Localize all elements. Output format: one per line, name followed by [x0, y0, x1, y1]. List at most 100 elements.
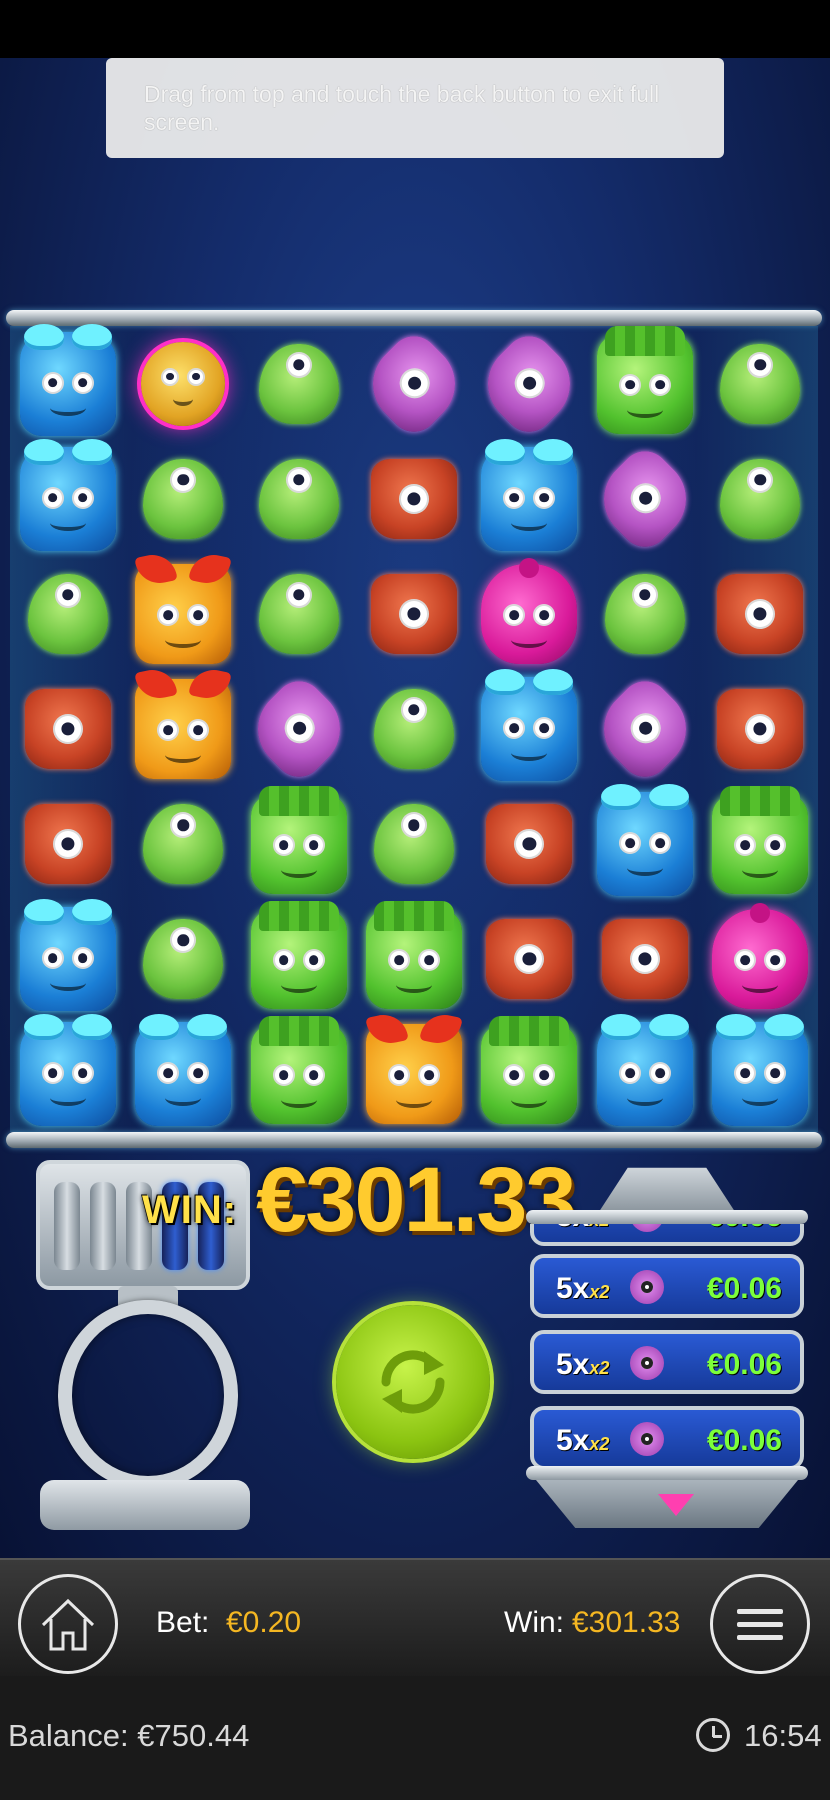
- row-sub-multiplier: x2: [589, 1434, 610, 1454]
- red-alien-icon: [717, 573, 804, 654]
- red-alien-icon: [371, 458, 457, 539]
- pod-ring: [58, 1300, 238, 1490]
- blue-alien-icon: [712, 1014, 809, 1127]
- blue-alien-icon: [481, 438, 578, 551]
- row-amount: €0.06: [707, 1224, 782, 1234]
- hamburger-icon: [737, 1609, 783, 1640]
- blue-alien-icon: [19, 438, 116, 551]
- row-multiplier: 5x: [556, 1272, 590, 1305]
- grid-cell: [479, 669, 579, 781]
- grid-cell: [479, 909, 579, 1009]
- row-multiplier: 5x: [556, 1224, 589, 1233]
- grid-cell: [249, 1016, 349, 1125]
- grid-cell: [249, 901, 349, 1010]
- red-alien-icon: [486, 919, 573, 1000]
- grid-cell: [133, 794, 233, 894]
- green-alien-icon: [250, 1016, 347, 1125]
- grid-cell: [18, 794, 118, 894]
- clock-time: 16:54: [744, 1718, 822, 1753]
- grid-cell: [595, 909, 695, 1009]
- board-bottom-rail: [6, 1132, 822, 1148]
- history-list[interactable]: 5xx2 €0.06 5xx2 €0.06 5xx2 €0.06 5xx2 €0…: [526, 1224, 808, 1466]
- blue-alien-icon: [19, 899, 116, 1012]
- history-row: 5xx2 €0.06: [530, 1330, 804, 1394]
- purple-alien-icon: [356, 325, 472, 442]
- clock-icon: [696, 1718, 730, 1752]
- red-alien-icon: [24, 804, 111, 885]
- grid-cell: [710, 679, 810, 779]
- yellow-alien-icon: [141, 341, 226, 426]
- grid-cell: [364, 679, 464, 779]
- green-slime-icon: [258, 343, 339, 424]
- menu-button[interactable]: [710, 1574, 810, 1674]
- green-slime-icon: [720, 343, 801, 424]
- home-button[interactable]: [18, 1574, 118, 1674]
- fullscreen-toast: Drag from top and touch the back button …: [106, 58, 724, 158]
- green-slime-icon: [258, 573, 339, 654]
- grid-cell: [710, 903, 810, 1010]
- grid-cell: [586, 440, 703, 557]
- green-slime-icon: [27, 573, 108, 654]
- red-alien-icon: [717, 689, 804, 769]
- grid-cell: [364, 1024, 464, 1125]
- grid-cell: [18, 899, 118, 1012]
- green-alien-icon: [250, 901, 347, 1010]
- blue-alien-icon: [596, 1014, 693, 1127]
- grid-cell: [710, 1014, 810, 1127]
- arrow-down-icon: [658, 1494, 694, 1516]
- bet-value: €0.20: [226, 1606, 302, 1639]
- grid-cell: [364, 449, 464, 549]
- row-amount: €0.06: [706, 1272, 782, 1305]
- grid-cell: [364, 901, 464, 1010]
- grid-cell: [249, 449, 349, 549]
- green-alien-icon: [596, 325, 693, 434]
- grid-cell: [586, 671, 703, 787]
- toast-message: Drag from top and touch the back button …: [144, 81, 660, 135]
- grid-cell: [133, 563, 233, 664]
- win-total-label: Win:: [504, 1606, 564, 1639]
- grid-cell: [710, 334, 810, 434]
- pink-alien-icon: [481, 557, 578, 664]
- board-top-rail: [6, 310, 822, 326]
- purple-alien-icon: [630, 1224, 664, 1232]
- refresh-icon: [381, 1350, 445, 1414]
- grid-cell: [710, 449, 810, 549]
- balance-text: Balance: €750.44: [8, 1718, 250, 1753]
- home-icon: [41, 1598, 95, 1651]
- grid-cell: [18, 679, 118, 779]
- meter-bar: [54, 1182, 80, 1270]
- row-amount: €0.06: [706, 1348, 782, 1381]
- spin-button[interactable]: [336, 1305, 490, 1459]
- green-slime-icon: [604, 573, 685, 654]
- row-sub-multiplier: x2: [589, 1358, 610, 1378]
- symbol-grid: [10, 323, 818, 1132]
- grid-cell: [133, 334, 233, 434]
- row-sub-multiplier: x2: [589, 1282, 610, 1302]
- grid-cell: [595, 325, 695, 434]
- grid-cell: [133, 1014, 233, 1127]
- history-top-rail: [526, 1210, 808, 1224]
- orange-alien-icon: [135, 679, 232, 779]
- win-label: WIN:: [142, 1188, 238, 1232]
- purple-alien-icon: [586, 671, 703, 787]
- purple-alien-icon: [630, 1422, 664, 1456]
- grid-cell: [18, 564, 118, 664]
- history-row: 5xx2 €0.06: [530, 1254, 804, 1318]
- red-alien-icon: [486, 804, 573, 885]
- purple-alien-icon: [471, 325, 588, 442]
- blue-alien-icon: [481, 669, 578, 781]
- blue-alien-icon: [19, 1014, 116, 1127]
- grid-cell: [18, 323, 118, 436]
- green-alien-icon: [366, 901, 462, 1010]
- grid-cell: [240, 671, 357, 787]
- grid-cell: [249, 786, 349, 895]
- grid-cell: [710, 564, 810, 664]
- blue-alien-icon: [596, 784, 693, 897]
- game-bottom-bar: Bet: €0.20 Win: €301.33: [0, 1558, 830, 1678]
- history-row: 5xx2 €0.06: [530, 1224, 804, 1246]
- green-slime-icon: [374, 804, 454, 885]
- green-slime-icon: [720, 458, 801, 539]
- bet-label: Bet:: [156, 1606, 210, 1639]
- grid-cell: [479, 557, 579, 664]
- red-alien-icon: [24, 689, 111, 769]
